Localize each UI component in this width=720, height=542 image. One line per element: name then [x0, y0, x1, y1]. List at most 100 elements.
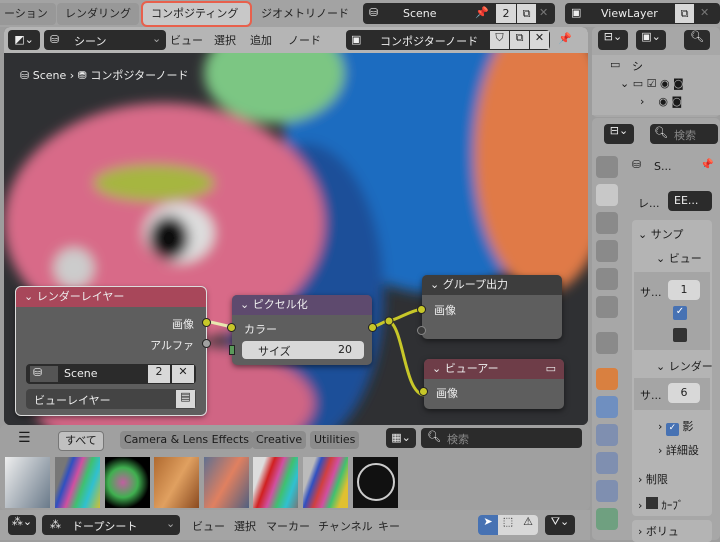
node-header[interactable]: ⌄ レンダーレイヤー [16, 287, 206, 307]
duplicate-icon[interactable]: ⧉ [510, 31, 529, 49]
node-render-layers[interactable]: ⌄ レンダーレイヤー 画像 アルファ ⛁ Scene 2 ✕ ビューレイヤー ▤ [15, 286, 211, 416]
tab-utilities[interactable]: Utilities [310, 431, 360, 449]
node-viewer[interactable]: ⌄ ビューアー ▭ 画像 [419, 359, 564, 409]
display-mode-grid-icon[interactable]: ▦⌄ [386, 428, 416, 448]
expand-icon[interactable]: ⌄ ▭ ☑ ◉ ◙ [620, 77, 684, 90]
pin-icon[interactable]: 📌 [700, 158, 714, 171]
node-canvas[interactable]: ⛁ Scene › ⛃ コンポジターノード ⌄ レンダーレイヤー 画像 アルファ… [4, 53, 588, 425]
close-icon[interactable]: ✕ [700, 6, 709, 19]
editor-type-icon[interactable]: ⊟⌄ [604, 124, 634, 144]
search-icon[interactable]: 🔍︎ [684, 30, 710, 50]
checkbox[interactable] [645, 497, 658, 509]
render-icon[interactable] [596, 184, 618, 206]
render-engine-dropdown[interactable]: EE... [668, 191, 712, 211]
monitor-icon[interactable]: ▭ [546, 359, 556, 379]
close-icon[interactable]: ✕ [530, 31, 549, 49]
mode-dropdown[interactable]: ⁂ ドープシート ⌄ [42, 515, 180, 535]
limits-panel[interactable]: › 制限 [632, 468, 712, 490]
node-tree-selector[interactable]: ▣ コンポジターノード ⛉ ⧉ ✕ [346, 30, 550, 50]
node-header[interactable]: ⌄ ビューアー ▭ [424, 359, 564, 379]
pin-icon[interactable]: 📌 [475, 6, 489, 19]
input-image-socket[interactable] [419, 387, 428, 396]
view-layer-icon[interactable] [596, 240, 618, 262]
object-icon[interactable] [596, 368, 618, 390]
modifier-wrench-icon[interactable] [596, 396, 618, 418]
menu-view[interactable]: ビュー [192, 518, 225, 534]
checkbox[interactable] [673, 328, 687, 342]
empty-socket[interactable] [417, 326, 426, 335]
menu-add[interactable]: 追加 [250, 32, 272, 48]
tab-compositing[interactable]: コンポジティング [141, 1, 252, 27]
menu-key[interactable]: キー [378, 518, 400, 534]
asset-thumbnail[interactable] [55, 457, 100, 508]
menu-view[interactable]: ビュー [170, 32, 203, 48]
viewlayer-name[interactable]: ViewLayer [601, 7, 658, 20]
data-icon[interactable] [596, 508, 618, 530]
tool-icon[interactable] [596, 156, 618, 178]
menu-node[interactable]: ノード [288, 32, 321, 48]
scene-selector[interactable]: ⛁ Scene 📌 2 ⧉ ✕ [363, 3, 555, 24]
filter-icon[interactable]: ⛛⌄ [545, 515, 575, 535]
display-mode-icon[interactable]: ⊟⌄ [598, 30, 628, 50]
scene-field[interactable]: ⛁ Scene 2 ✕ [26, 364, 196, 384]
input-image-socket[interactable] [417, 305, 426, 314]
expand-icon[interactable]: › ◉ ◙ [640, 95, 682, 108]
node-group-output[interactable]: ⌄ グループ出力 画像 [417, 275, 562, 339]
particles-icon[interactable] [596, 424, 618, 446]
hamburger-icon[interactable]: ☰ [18, 430, 31, 446]
tab-rendering[interactable]: レンダリング [57, 3, 139, 25]
asset-thumbnail[interactable] [5, 457, 50, 508]
render-samples-field[interactable]: 6 [668, 383, 700, 403]
shadows-checkbox[interactable]: ✓ [665, 423, 679, 436]
node-tree-name[interactable]: コンポジターノード [380, 33, 478, 49]
curves-panel[interactable]: › ｶｰﾌﾞ [632, 494, 712, 516]
denoise-checkbox[interactable]: ✓ [673, 306, 687, 320]
filter-icon[interactable]: ▣⌄ [636, 30, 666, 50]
outliner-row-label[interactable]: シ [632, 58, 643, 74]
scene-dropdown[interactable]: ⛁ シーン ⌄ [44, 30, 166, 50]
render-layer-icon[interactable]: ▤ [176, 390, 195, 408]
pin-icon[interactable]: 📌 [558, 32, 572, 45]
asset-thumbnail[interactable] [204, 457, 249, 508]
asset-thumbnail[interactable] [105, 457, 150, 508]
scene-name[interactable]: Scene [403, 7, 437, 20]
collection-icon[interactable] [596, 332, 618, 354]
asset-thumbnail[interactable] [303, 457, 348, 508]
output-image-socket[interactable] [202, 318, 211, 327]
viewport-subheader[interactable]: ⌄ ビュー [656, 250, 702, 266]
asset-thumbnail[interactable] [154, 457, 199, 508]
duplicate-icon[interactable]: ⧉ [517, 4, 536, 23]
viewlayer-selector[interactable]: ▣ ViewLayer ⧉ ✕ [565, 3, 720, 24]
volumes-panel[interactable]: › ボリュ [632, 520, 712, 542]
close-icon[interactable]: ✕ [539, 6, 548, 19]
asset-thumbnail[interactable] [253, 457, 298, 508]
tab-geometry-nodes[interactable]: ジオメトリノード [253, 3, 357, 25]
node-pixelate[interactable]: ⌄ ピクセル化 カラー サイズ 20 [227, 295, 377, 365]
menu-marker[interactable]: マーカー [266, 518, 310, 534]
size-field[interactable]: サイズ 20 [242, 341, 364, 359]
asset-thumbnail-clock[interactable] [353, 457, 398, 508]
output-icon[interactable] [596, 212, 618, 234]
select-tool-icon[interactable]: ➤ [478, 515, 498, 535]
node-header[interactable]: ⌄ グループ出力 [422, 275, 562, 295]
tab-animation[interactable]: ーション [0, 3, 56, 25]
menu-select[interactable]: 選択 [214, 32, 236, 48]
tab-all[interactable]: すべて [58, 431, 104, 451]
editor-type-icon[interactable]: ⁂⌄ [8, 515, 36, 535]
box-select-icon[interactable]: ⬚ [498, 515, 518, 535]
scene-icon[interactable] [596, 268, 618, 290]
output-image-socket[interactable] [368, 323, 377, 332]
shadows-subpanel[interactable]: › ✓ 影 [658, 418, 693, 436]
editor-type-icon[interactable]: ◩⌄ [8, 30, 40, 50]
duplicate-icon[interactable]: ⧉ [675, 4, 694, 23]
constraint-icon[interactable] [596, 480, 618, 502]
asset-search-input[interactable]: 🔍︎ 検索 [421, 428, 582, 448]
world-icon[interactable] [596, 296, 618, 318]
physics-icon[interactable] [596, 452, 618, 474]
render-subheader[interactable]: ⌄ レンダー [656, 358, 713, 374]
view-layer-dropdown[interactable]: ビューレイヤー ▤ [26, 389, 196, 409]
close-icon[interactable]: ✕ [172, 365, 194, 383]
advanced-subpanel[interactable]: › 詳細設 [658, 442, 699, 458]
tab-creative[interactable]: Creative [252, 431, 307, 449]
fake-user-shield-icon[interactable]: ⛉ [490, 31, 509, 49]
